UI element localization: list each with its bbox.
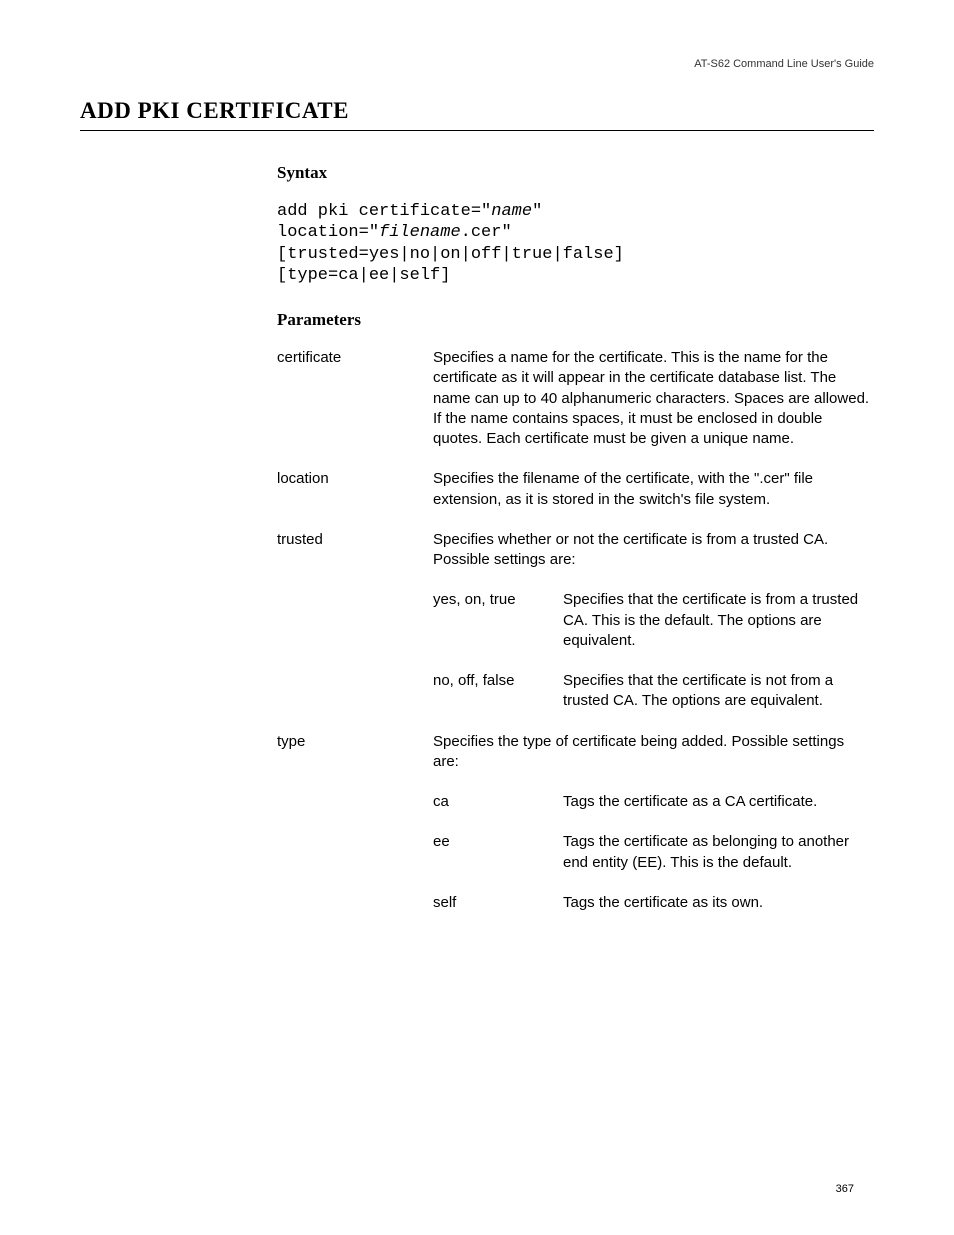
parameters-table: certificate Specifies a name for the cer… — [277, 348, 874, 933]
param-desc: Specifies the filename of the certificat… — [433, 469, 874, 530]
syntax-line-1: add pki certificate="name" — [277, 201, 874, 222]
param-option-name: no, off, false — [433, 671, 563, 732]
param-subrow-trusted-no: no, off, false Specifies that the certif… — [277, 671, 874, 732]
param-subrow-trusted-yes: yes, on, true Specifies that the certifi… — [277, 590, 874, 671]
syntax-placeholder: filename — [379, 223, 461, 242]
param-option-name: ee — [433, 832, 563, 893]
syntax-line-2: location="filename.cer" — [277, 222, 874, 243]
syntax-block: add pki certificate="name" location="fil… — [277, 201, 874, 286]
param-row-type: type Specifies the type of certificate b… — [277, 732, 874, 793]
syntax-heading: Syntax — [277, 163, 874, 183]
syntax-text: add pki certificate=" — [277, 202, 491, 221]
param-name: trusted — [277, 530, 433, 591]
param-desc: Specifies whether or not the certificate… — [433, 530, 874, 591]
param-name: type — [277, 732, 433, 793]
param-name: location — [277, 469, 433, 530]
page-container: AT-S62 Command Line User's Guide ADD PKI… — [0, 0, 954, 1235]
param-row-trusted: trusted Specifies whether or not the cer… — [277, 530, 874, 591]
syntax-line-4: [type=ca|ee|self] — [277, 265, 874, 286]
param-option-name: self — [433, 893, 563, 933]
running-header: AT-S62 Command Line User's Guide — [80, 58, 874, 70]
parameters-heading: Parameters — [277, 310, 874, 330]
param-option-desc: Specifies that the certificate is not fr… — [563, 671, 874, 732]
param-option-desc: Tags the certificate as belonging to ano… — [563, 832, 874, 893]
param-name: certificate — [277, 348, 433, 469]
param-desc: Specifies the type of certificate being … — [433, 732, 874, 793]
param-option-desc: Tags the certificate as a CA certificate… — [563, 792, 874, 832]
page-number: 367 — [836, 1183, 854, 1195]
syntax-line-3: [trusted=yes|no|on|off|true|false] — [277, 244, 874, 265]
page-title: ADD PKI CERTIFICATE — [80, 98, 874, 131]
param-subrow-type-ca: ca Tags the certificate as a CA certific… — [277, 792, 874, 832]
content-area: Syntax add pki certificate="name" locati… — [277, 163, 874, 933]
param-subrow-type-self: self Tags the certificate as its own. — [277, 893, 874, 933]
param-desc: Specifies a name for the certificate. Th… — [433, 348, 874, 469]
syntax-placeholder: name — [491, 202, 532, 221]
param-option-name: ca — [433, 792, 563, 832]
syntax-text: .cer" — [461, 223, 512, 242]
param-option-name: yes, on, true — [433, 590, 563, 671]
param-row-location: location Specifies the filename of the c… — [277, 469, 874, 530]
param-option-desc: Specifies that the certificate is from a… — [563, 590, 874, 671]
param-row-certificate: certificate Specifies a name for the cer… — [277, 348, 874, 469]
param-option-desc: Tags the certificate as its own. — [563, 893, 874, 933]
param-subrow-type-ee: ee Tags the certificate as belonging to … — [277, 832, 874, 893]
syntax-text: " — [532, 202, 542, 221]
syntax-text: location=" — [277, 223, 379, 242]
